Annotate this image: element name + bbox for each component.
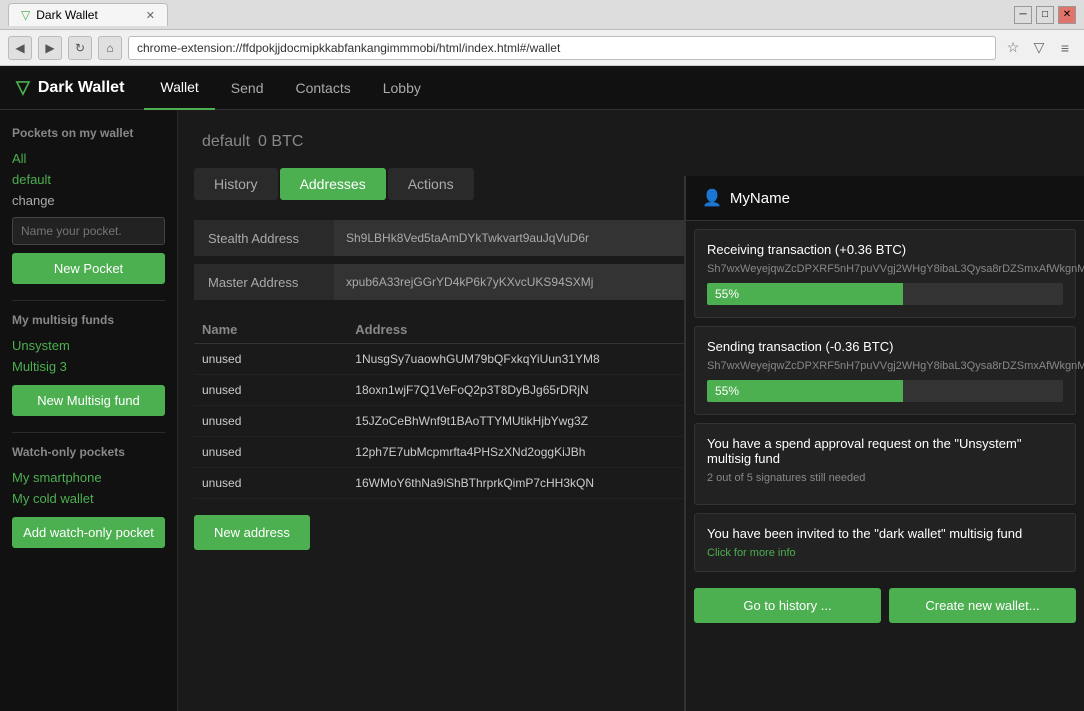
watchonly-section-title: Watch-only pockets <box>12 445 165 459</box>
tab-close-button[interactable]: ✕ <box>146 9 155 22</box>
progress-bar-fill-1: 55% <box>707 380 903 402</box>
sidebar-item-smartphone[interactable]: My smartphone <box>12 467 165 488</box>
tab-actions[interactable]: Actions <box>388 168 474 200</box>
tab-title: Dark Wallet <box>36 8 98 22</box>
user-icon: 👤 <box>702 188 722 208</box>
notification-title-1: Sending transaction (-0.36 BTC) <box>707 339 1063 354</box>
address-name-cell: unused <box>194 344 347 375</box>
notification-card-1: Sending transaction (-0.36 BTC) Sh7wxWeye… <box>694 326 1076 415</box>
nav-item-lobby[interactable]: Lobby <box>367 66 437 110</box>
forward-button[interactable]: ▶ <box>38 36 62 60</box>
tab-favicon: ▽ <box>21 8 30 22</box>
app-logo-text: Dark Wallet <box>38 79 125 97</box>
col-name: Name <box>194 316 347 344</box>
maximize-button[interactable]: □ <box>1036 6 1054 24</box>
new-tab-area <box>174 5 374 25</box>
tab-history[interactable]: History <box>194 168 278 200</box>
overlay-header: 👤 MyName <box>686 176 1084 221</box>
sidebar-divider-2 <box>12 432 165 433</box>
notification-title-0: Receiving transaction (+0.36 BTC) <box>707 242 1063 257</box>
notification-card-3[interactable]: You have been invited to the "dark walle… <box>694 513 1076 572</box>
address-name-cell: unused <box>194 437 347 468</box>
master-address-label: Master Address <box>194 264 334 300</box>
nav-item-contacts[interactable]: Contacts <box>279 66 366 110</box>
add-watchonly-button[interactable]: Add watch-only pocket <box>12 517 165 548</box>
overlay-panel: 👤 MyName Receiving transaction (+0.36 BT… <box>684 176 1084 711</box>
overlay-username: MyName <box>730 190 790 207</box>
click-info-3: Click for more info <box>707 547 1063 559</box>
browser-nav-bar: ◀ ▶ ↻ ⌂ ☆ ▽ ≡ <box>0 30 1084 66</box>
progress-bar-bg-1: 55% <box>707 380 1063 402</box>
app-logo: ▽ Dark Wallet <box>16 77 124 98</box>
new-address-button[interactable]: New address <box>194 515 310 550</box>
nav-item-wallet[interactable]: Wallet <box>144 66 214 110</box>
notification-subtitle-1: Sh7wxWeyejqwZcDPXRF5nH7puVVgj2WHgY8ibaL3… <box>707 360 1063 372</box>
app-container: ▽ Dark Wallet Wallet Send Contacts Lobby… <box>0 66 1084 711</box>
progress-text-1: 55% <box>715 384 739 398</box>
sidebar-item-multisig3[interactable]: Multisig 3 <box>12 356 165 377</box>
notification-title-2: You have a spend approval request on the… <box>707 436 1063 466</box>
address-name-cell: unused <box>194 468 347 499</box>
notification-title-3: You have been invited to the "dark walle… <box>707 526 1063 541</box>
browser-tab[interactable]: ▽ Dark Wallet ✕ <box>8 3 168 26</box>
sidebar-divider-1 <box>12 300 165 301</box>
progress-text-0: 55% <box>715 287 739 301</box>
tab-addresses[interactable]: Addresses <box>280 168 386 200</box>
sidebar-item-all[interactable]: All <box>12 148 165 169</box>
home-button[interactable]: ⌂ <box>98 36 122 60</box>
nav-item-send[interactable]: Send <box>215 66 280 110</box>
back-button[interactable]: ◀ <box>8 36 32 60</box>
extension-icon[interactable]: ▽ <box>1028 37 1050 59</box>
goto-history-button[interactable]: Go to history ... <box>694 588 881 623</box>
progress-bar-fill-0: 55% <box>707 283 903 305</box>
progress-bar-bg-0: 55% <box>707 283 1063 305</box>
notification-card-0: Receiving transaction (+0.36 BTC) Sh7wxWe… <box>694 229 1076 318</box>
notification-card-2: You have a spend approval request on the… <box>694 423 1076 505</box>
pocket-title: default0 BTC <box>194 126 1068 152</box>
refresh-button[interactable]: ↻ <box>68 36 92 60</box>
multisig-section-title: My multisig funds <box>12 313 165 327</box>
main-layout: Pockets on my wallet All default change … <box>0 110 1084 711</box>
create-wallet-button[interactable]: Create new wallet... <box>889 588 1076 623</box>
sidebar: Pockets on my wallet All default change … <box>0 110 178 711</box>
app-nav: ▽ Dark Wallet Wallet Send Contacts Lobby <box>0 66 1084 110</box>
minimize-button[interactable]: ─ <box>1014 6 1032 24</box>
close-button[interactable]: ✕ <box>1058 6 1076 24</box>
stealth-address-label: Stealth Address <box>194 220 334 256</box>
window-controls: ─ □ ✕ <box>1014 6 1076 24</box>
star-icon[interactable]: ☆ <box>1002 37 1024 59</box>
address-name-cell: unused <box>194 375 347 406</box>
sidebar-item-change[interactable]: change <box>12 190 165 211</box>
address-bar[interactable] <box>128 36 996 60</box>
new-multisig-button[interactable]: New Multisig fund <box>12 385 165 416</box>
notification-subtitle-2: 2 out of 5 signatures still needed <box>707 472 1063 484</box>
menu-icon[interactable]: ≡ <box>1054 37 1076 59</box>
address-name-cell: unused <box>194 406 347 437</box>
browser-title-bar: ▽ Dark Wallet ✕ ─ □ ✕ <box>0 0 1084 30</box>
sidebar-item-default[interactable]: default <box>12 169 165 190</box>
overlay-footer: Go to history ... Create new wallet... <box>686 580 1084 631</box>
pockets-section-title: Pockets on my wallet <box>12 126 165 140</box>
sidebar-item-coldwallet[interactable]: My cold wallet <box>12 488 165 509</box>
new-pocket-button[interactable]: New Pocket <box>12 253 165 284</box>
nav-icons: ☆ ▽ ≡ <box>1002 37 1076 59</box>
notification-subtitle-0: Sh7wxWeyejqwZcDPXRF5nH7puVVgj2WHgY8ibaL3… <box>707 263 1063 275</box>
logo-icon: ▽ <box>16 77 30 98</box>
pocket-name-input[interactable] <box>12 217 165 245</box>
sidebar-item-unsystem[interactable]: Unsystem <box>12 335 165 356</box>
